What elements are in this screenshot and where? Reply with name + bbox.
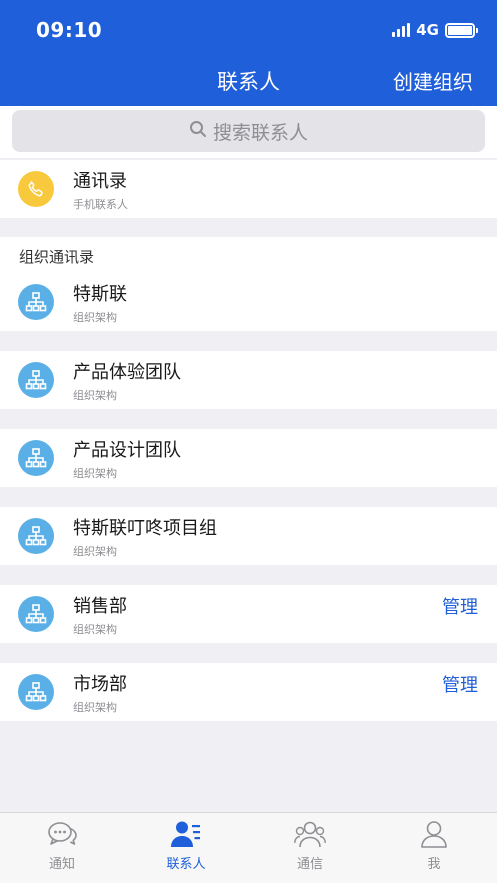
org-name: 销售部 (73, 596, 127, 617)
chat-bubble-icon (46, 819, 78, 849)
search-icon (189, 120, 207, 143)
org-name: 产品设计团队 (73, 440, 181, 461)
org-chart-icon (18, 674, 54, 710)
org-subtitle: 组织架构 (73, 311, 117, 324)
tab-contacts[interactable]: 联系人 (124, 813, 248, 883)
create-org-button[interactable]: 创建组织 (393, 66, 473, 95)
tab-me[interactable]: 我 (372, 813, 496, 883)
phone-contacts-item[interactable]: 通讯录 手机联系人 (0, 160, 497, 218)
tab-label: 联系人 (166, 857, 206, 872)
group-icon (294, 819, 326, 849)
tab-communication[interactable]: 通信 (248, 813, 372, 883)
list-item-subtitle: 手机联系人 (73, 198, 128, 211)
org-item[interactable]: 销售部 组织架构 管理 (0, 585, 497, 643)
tab-bar: 通知 联系人 通信 我 (0, 812, 497, 883)
org-subtitle: 组织架构 (73, 545, 117, 558)
tab-label: 我 (427, 857, 441, 872)
org-chart-icon (18, 362, 54, 398)
manage-button[interactable]: 管理 (442, 671, 478, 697)
tab-notifications[interactable]: 通知 (0, 813, 124, 883)
manage-button[interactable]: 管理 (442, 593, 478, 619)
org-chart-icon (18, 596, 54, 632)
org-item[interactable]: 特斯联叮咚项目组 组织架构 (0, 507, 497, 565)
signal-icon (392, 23, 411, 37)
status-bar: 09:10 4G (0, 0, 497, 58)
status-time: 09:10 (36, 18, 103, 42)
org-name: 市场部 (73, 674, 127, 695)
search-bar: 搜索联系人 (0, 106, 497, 158)
network-type: 4G (416, 21, 439, 39)
tab-label: 通信 (296, 857, 323, 872)
org-item[interactable]: 产品体验团队 组织架构 (0, 351, 497, 409)
org-name: 产品体验团队 (73, 362, 181, 383)
org-subtitle: 组织架构 (73, 389, 117, 402)
status-indicators: 4G (392, 21, 478, 39)
org-chart-icon (18, 440, 54, 476)
nav-header: 09:10 4G 联系人 创建组织 (0, 0, 497, 106)
section-header: 组织通讯录 (0, 237, 497, 273)
search-input[interactable]: 搜索联系人 (12, 110, 485, 152)
phone-icon (18, 171, 54, 207)
org-subtitle: 组织架构 (73, 701, 117, 714)
org-chart-icon (18, 518, 54, 554)
org-subtitle: 组织架构 (73, 623, 117, 636)
battery-icon (445, 22, 478, 38)
org-item[interactable]: 特斯联 组织架构 (0, 273, 497, 331)
org-name: 特斯联 (73, 284, 127, 305)
search-placeholder: 搜索联系人 (212, 121, 308, 144)
section-title: 组织通讯录 (19, 248, 95, 266)
org-chart-icon (18, 284, 54, 320)
person-icon (420, 819, 448, 849)
contacts-icon (171, 819, 201, 849)
org-subtitle: 组织架构 (73, 467, 117, 480)
list-item-title: 通讯录 (73, 171, 127, 192)
tab-label: 通知 (48, 857, 75, 872)
org-item[interactable]: 市场部 组织架构 管理 (0, 663, 497, 721)
org-item[interactable]: 产品设计团队 组织架构 (0, 429, 497, 487)
org-name: 特斯联叮咚项目组 (73, 518, 217, 539)
